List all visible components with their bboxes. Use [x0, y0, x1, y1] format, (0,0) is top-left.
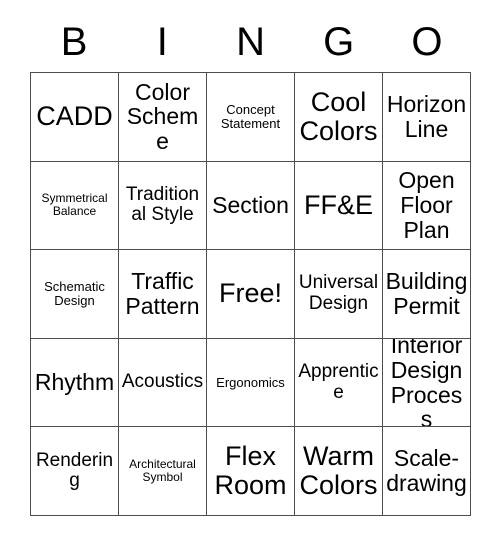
- bingo-header-letter-o: O: [411, 20, 443, 64]
- bingo-cell-label: Warm Colors: [299, 441, 378, 501]
- bingo-cell[interactable]: Ergonomics: [207, 338, 295, 428]
- bingo-cell[interactable]: Symmetrical Balance: [31, 161, 119, 251]
- bingo-cell[interactable]: Horizon Line: [383, 73, 471, 162]
- bingo-header-letter-b: B: [60, 20, 88, 64]
- bingo-cell[interactable]: Architectural Symbol: [119, 427, 207, 516]
- bingo-cell[interactable]: CADD: [31, 73, 119, 162]
- bingo-cell-label: Schematic Design: [44, 278, 105, 308]
- bingo-cell-label: Architectural Symbol: [129, 457, 196, 485]
- bingo-row: Symmetrical Balance Traditional Style Se…: [31, 161, 471, 251]
- bingo-cell[interactable]: Apprentice: [295, 338, 383, 428]
- bingo-cell[interactable]: Open Floor Plan: [383, 161, 471, 251]
- bingo-grid: CADD Color Scheme Concept Statement Cool…: [30, 72, 471, 516]
- bingo-cell[interactable]: Cool Colors: [295, 73, 383, 162]
- bingo-row: Schematic Design Traffic Pattern Free! U…: [31, 250, 471, 339]
- bingo-cell[interactable]: Acoustics: [119, 338, 207, 428]
- bingo-cell-label: Building Permit: [385, 268, 468, 319]
- bingo-cell-label: Color Scheme: [126, 78, 199, 155]
- bingo-cell-free[interactable]: Free!: [207, 250, 295, 339]
- bingo-cell-label: Section: [212, 191, 289, 218]
- bingo-card: B I N G O CADD Color Scheme Concept Stat…: [30, 12, 471, 516]
- bingo-cell[interactable]: Flex Room: [207, 427, 295, 516]
- bingo-cell-label: Open Floor Plan: [398, 167, 455, 243]
- bingo-cell[interactable]: Universal Design: [295, 250, 383, 339]
- bingo-cell-label: Concept Statement: [220, 101, 281, 131]
- bingo-row: CADD Color Scheme Concept Statement Cool…: [31, 73, 471, 162]
- bingo-header: B I N G O: [30, 12, 471, 72]
- bingo-cell[interactable]: Building Permit: [383, 250, 471, 339]
- bingo-cell-label: Interior Design Process: [390, 338, 463, 428]
- bingo-cell[interactable]: Traffic Pattern: [119, 250, 207, 339]
- bingo-cell[interactable]: Schematic Design: [31, 250, 119, 339]
- bingo-cell[interactable]: Section: [207, 161, 295, 251]
- bingo-row: Rhythm Acoustics Ergonomics Apprentice I…: [31, 338, 471, 428]
- bingo-cell-label: Rhythm: [34, 369, 115, 396]
- bingo-cell[interactable]: Scale-drawing: [383, 427, 471, 516]
- bingo-cell-label: Apprentice: [298, 361, 379, 403]
- bingo-cell[interactable]: FF&E: [295, 161, 383, 251]
- bingo-cell-label: Symmetrical Balance: [41, 191, 108, 219]
- bingo-cell-label: Cool Colors: [299, 86, 378, 146]
- bingo-cell-label: Ergonomics: [216, 374, 285, 390]
- bingo-cell-label: Horizon Line: [386, 90, 467, 142]
- bingo-cell-label: Free!: [218, 278, 283, 309]
- bingo-cell-label: Universal Design: [298, 272, 379, 314]
- bingo-cell[interactable]: Rhythm: [31, 338, 119, 428]
- bingo-cell-label: Traffic Pattern: [125, 268, 200, 319]
- bingo-cell-label: Traditional Style: [125, 183, 200, 226]
- bingo-cell-label: Acoustics: [121, 371, 204, 393]
- bingo-cell-label: FF&E: [303, 189, 373, 220]
- bingo-header-letter-g: G: [323, 20, 355, 64]
- bingo-cell[interactable]: Warm Colors: [295, 427, 383, 516]
- bingo-header-letter-i: I: [156, 20, 168, 64]
- bingo-cell[interactable]: Rendering: [31, 427, 119, 516]
- bingo-cell[interactable]: Interior Design Process: [383, 338, 471, 428]
- bingo-cell-label: Flex Room: [214, 441, 287, 501]
- bingo-cell[interactable]: Concept Statement: [207, 73, 295, 162]
- bingo-cell[interactable]: Color Scheme: [119, 73, 207, 162]
- bingo-cell-label: Rendering: [35, 449, 114, 492]
- bingo-row: Rendering Architectural Symbol Flex Room…: [31, 427, 471, 516]
- bingo-header-letter-n: N: [236, 20, 265, 64]
- bingo-cell-label: Scale-drawing: [386, 445, 467, 497]
- bingo-cell[interactable]: Traditional Style: [119, 161, 207, 251]
- bingo-cell-label: CADD: [36, 101, 113, 132]
